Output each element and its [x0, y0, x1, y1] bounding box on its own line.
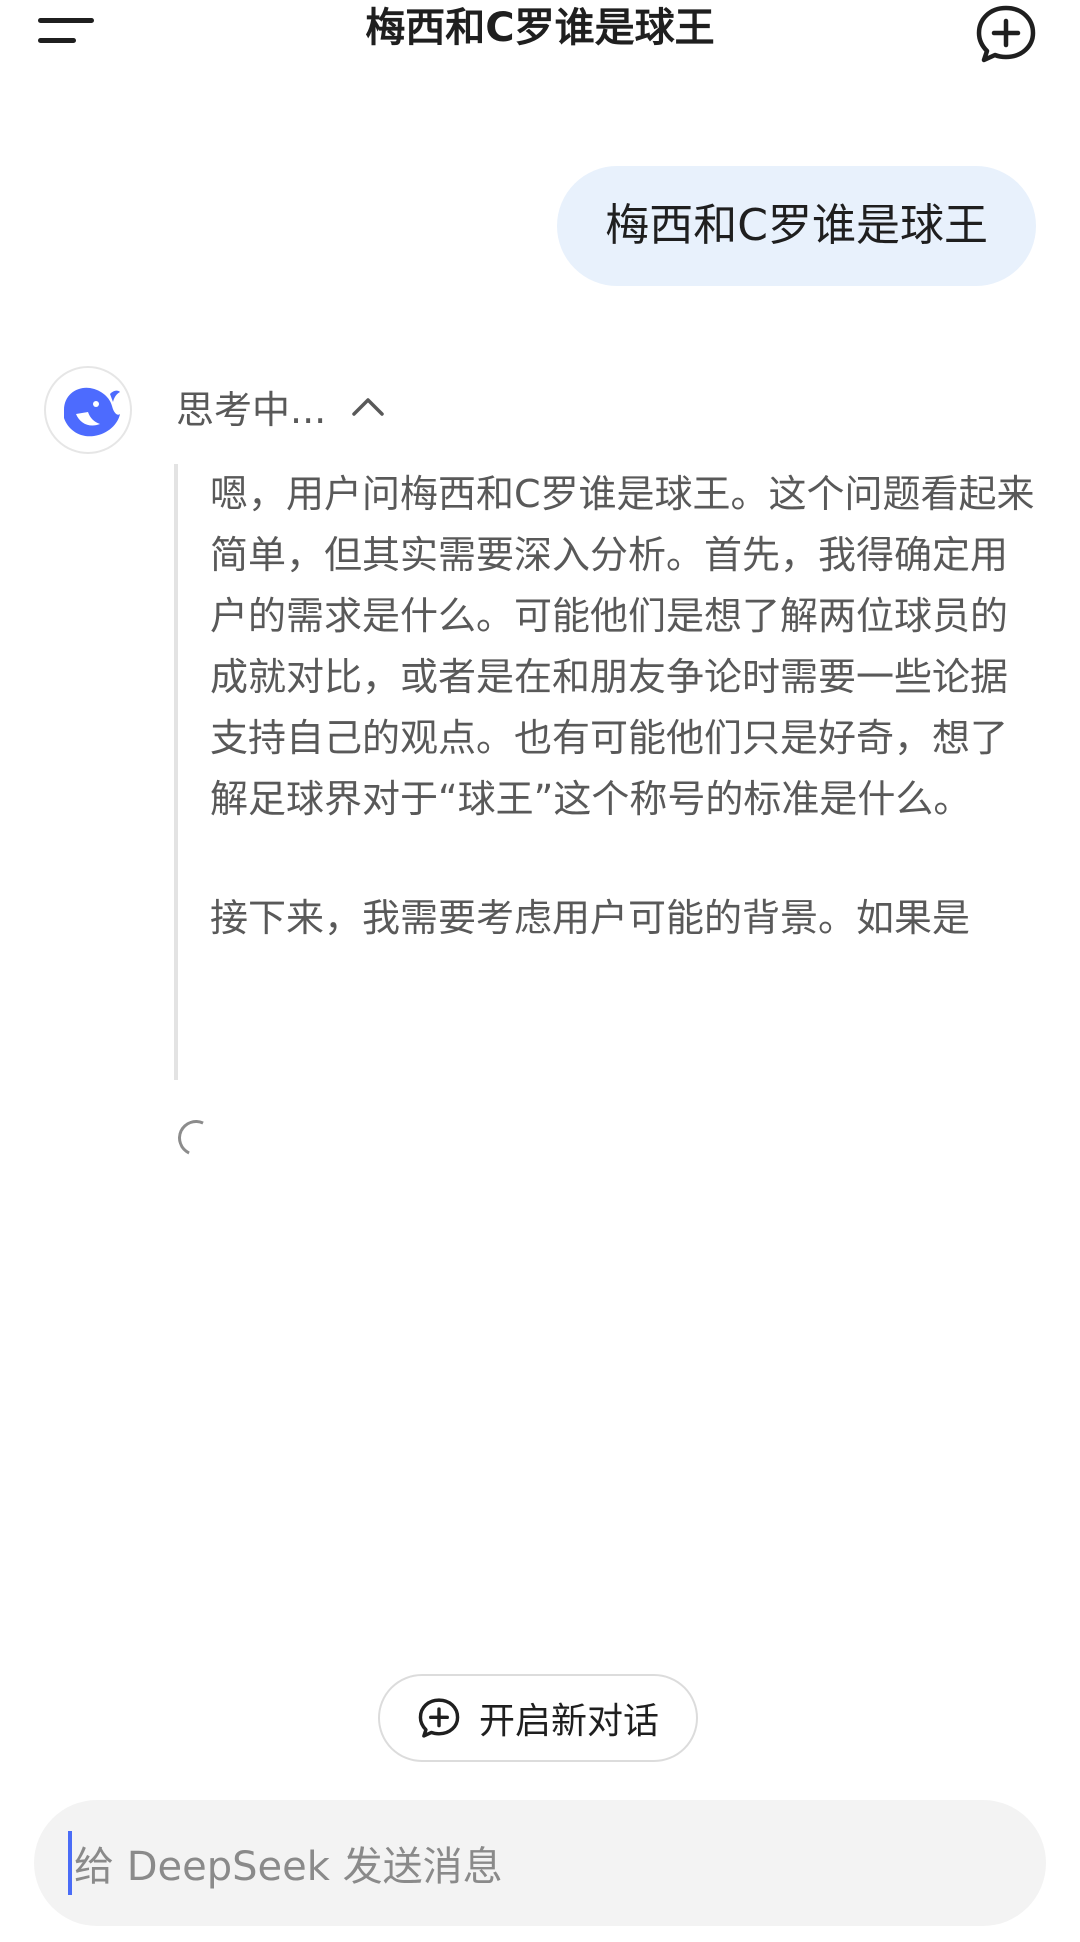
- page-title: 梅西和C罗谁是球王: [365, 5, 715, 51]
- menu-icon[interactable]: [36, 8, 100, 48]
- thinking-paragraph: 接下来，我需要考虑用户可能的背景。如果是: [210, 896, 971, 940]
- message-input[interactable]: 给 DeepSeek 发送消息: [34, 1800, 1046, 1926]
- new-chat-icon[interactable]: [974, 4, 1038, 64]
- new-conversation-label: 开启新对话: [478, 1701, 659, 1742]
- thinking-paragraph: 嗯，用户问梅西和C罗谁是球王。这个问题看起来简单，但其实需要深入分析。首先，我得…: [210, 472, 1035, 821]
- new-conversation-button[interactable]: 开启新对话: [378, 1674, 698, 1762]
- chevron-up-icon: [352, 398, 384, 416]
- thinking-label: 思考中...: [176, 387, 327, 432]
- thinking-content: 嗯，用户问梅西和C罗谁是球王。这个问题看起来简单，但其实需要深入分析。首先，我得…: [174, 464, 1035, 1080]
- thinking-toggle[interactable]: 思考中...: [176, 378, 386, 434]
- message-input-placeholder: 给 DeepSeek 发送消息: [74, 1844, 503, 1890]
- chat-screen: 梅西和C罗谁是球王 梅西和C罗谁是球王 思考中... 嗯，用户问梅西和C罗谁是球…: [0, 0, 1080, 1942]
- assistant-avatar: [44, 366, 132, 454]
- text-caret: [68, 1831, 72, 1895]
- chat-plus-icon: [418, 1698, 460, 1738]
- loading-spinner: [172, 1114, 220, 1162]
- header: 梅西和C罗谁是球王: [0, 0, 1080, 70]
- user-message-bubble: 梅西和C罗谁是球王: [557, 166, 1036, 286]
- deepseek-whale-icon: [64, 387, 120, 437]
